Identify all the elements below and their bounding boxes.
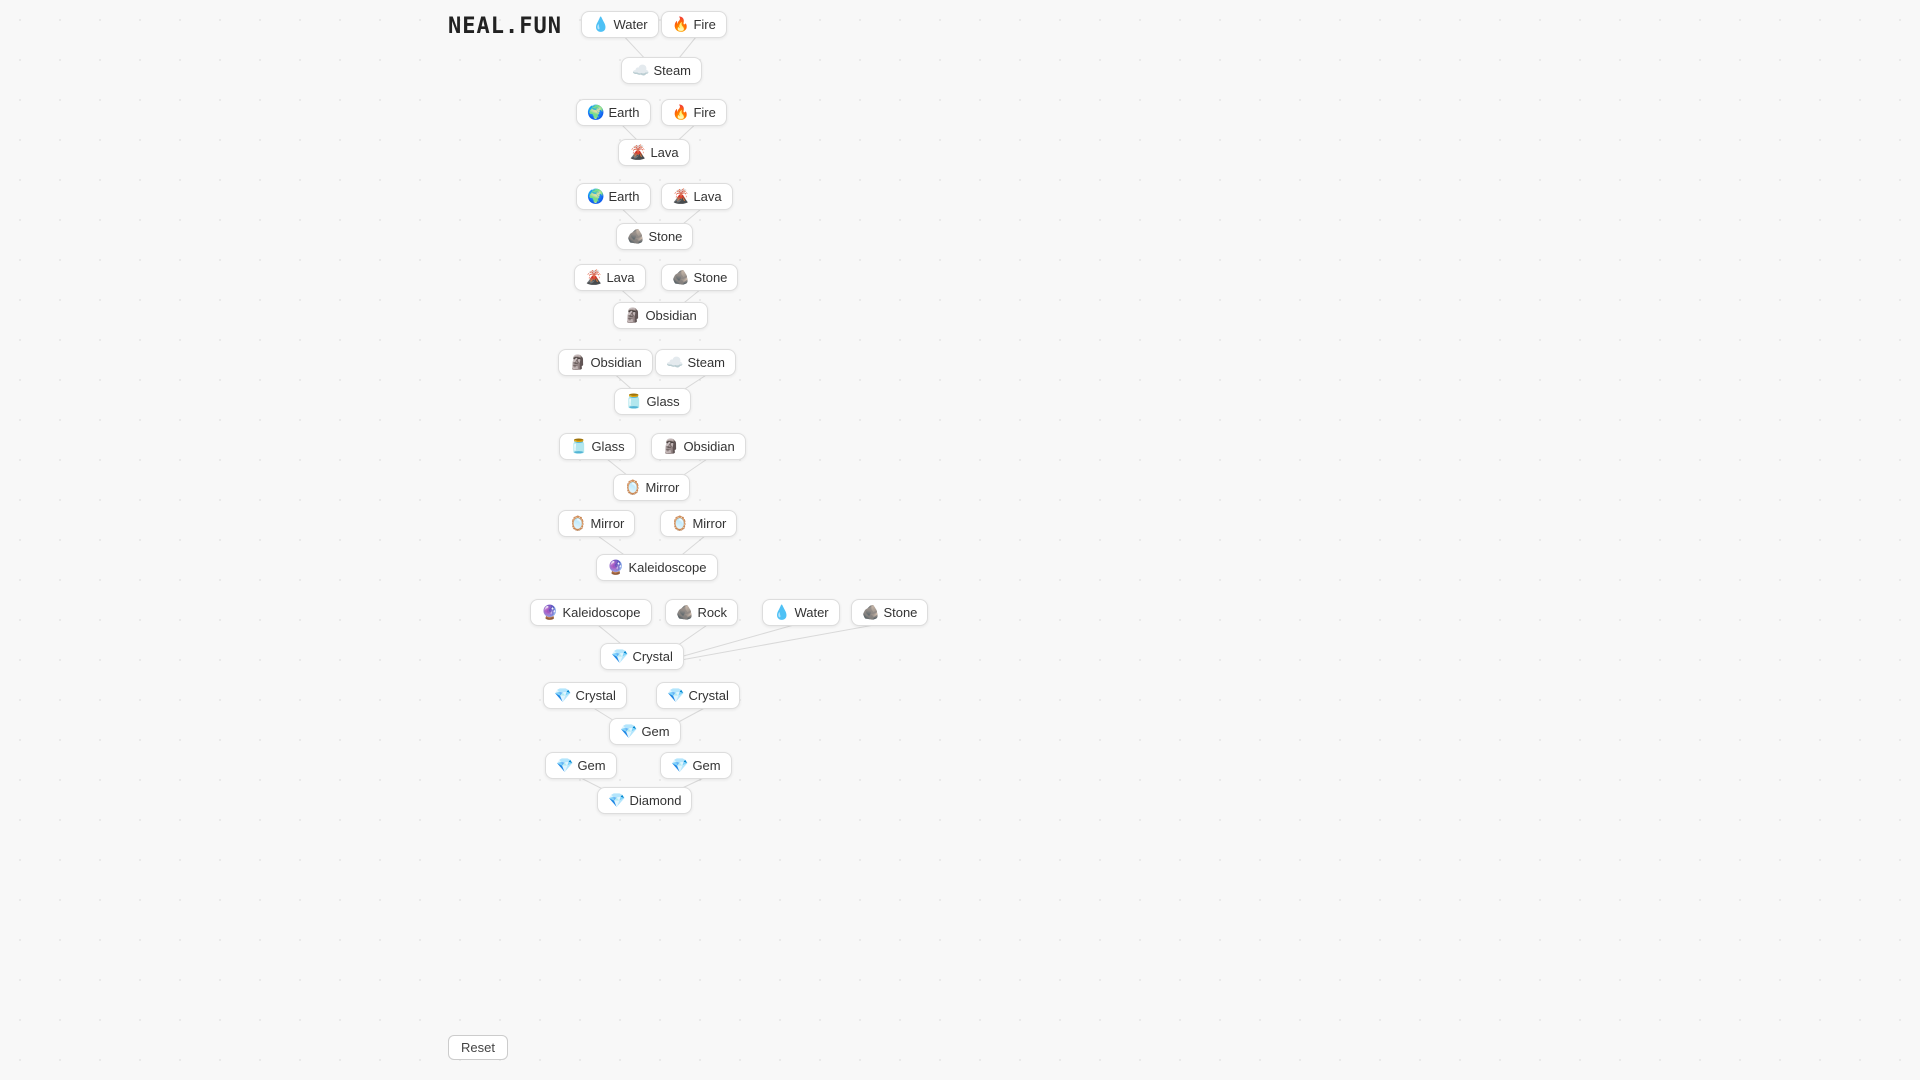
element-label: Lava (650, 145, 678, 160)
stone-icon: 🪨 (627, 228, 644, 245)
element-chip-obsidian1[interactable]: 🗿 Obsidian (613, 302, 708, 329)
element-label: Steam (653, 63, 691, 78)
element-label: Fire (693, 105, 715, 120)
element-label: Fire (693, 17, 715, 32)
gem-icon: 💎 (620, 723, 637, 740)
element-label: Mirror (590, 516, 624, 531)
diamond-icon: 💎 (608, 792, 625, 809)
element-chip-fire2[interactable]: 🔥 Fire (661, 99, 727, 126)
gem-icon: 💎 (556, 757, 573, 774)
earth-icon: 🌍 (587, 104, 604, 121)
element-label: Crystal (575, 688, 615, 703)
kaleidoscope-icon: 🔮 (541, 604, 558, 621)
element-chip-earth2[interactable]: 🌍 Earth (576, 183, 651, 210)
element-chip-mirror2[interactable]: 🪞 Mirror (558, 510, 635, 537)
element-label: Crystal (688, 688, 728, 703)
stone-icon: 🪨 (672, 269, 689, 286)
element-label: Stone (883, 605, 917, 620)
obsidian-icon: 🗿 (624, 307, 641, 324)
stone-icon: 🪨 (862, 604, 879, 621)
element-chip-gem1[interactable]: 💎 Gem (609, 718, 681, 745)
element-label: Gem (641, 724, 669, 739)
earth-icon: 🌍 (587, 188, 604, 205)
fire-icon: 🔥 (672, 104, 689, 121)
element-label: Rock (697, 605, 727, 620)
element-label: Kaleidoscope (562, 605, 640, 620)
element-label: Mirror (645, 480, 679, 495)
element-chip-stone1[interactable]: 🪨 Stone (616, 223, 693, 250)
element-label: Steam (687, 355, 725, 370)
element-label: Obsidian (683, 439, 734, 454)
kaleidoscope-icon: 🔮 (607, 559, 624, 576)
element-chip-glass1[interactable]: 🫙 Glass (614, 388, 691, 415)
element-chip-mirror3[interactable]: 🪞 Mirror (660, 510, 737, 537)
reset-button[interactable]: Reset (448, 1035, 508, 1060)
element-chip-mirror1[interactable]: 🪞 Mirror (613, 474, 690, 501)
element-chip-kaleidoscope1[interactable]: 🔮 Kaleidoscope (596, 554, 718, 581)
element-chip-gem3[interactable]: 💎 Gem (660, 752, 732, 779)
element-label: Glass (591, 439, 624, 454)
element-label: Obsidian (590, 355, 641, 370)
crystal-icon: 💎 (554, 687, 571, 704)
steam-icon: ☁️ (632, 62, 649, 79)
water-icon: 💧 (773, 604, 790, 621)
element-chip-kaleidoscope2[interactable]: 🔮 Kaleidoscope (530, 599, 652, 626)
mirror-icon: 🪞 (624, 479, 641, 496)
element-label: Crystal (632, 649, 672, 664)
mirror-icon: 🪞 (569, 515, 586, 532)
element-chip-gem2[interactable]: 💎 Gem (545, 752, 617, 779)
element-label: Gem (692, 758, 720, 773)
gem-icon: 💎 (671, 757, 688, 774)
crystal-icon: 💎 (611, 648, 628, 665)
rock-icon: 🪨 (676, 604, 693, 621)
element-chip-crystal2[interactable]: 💎 Crystal (543, 682, 627, 709)
lava-icon: 🌋 (629, 144, 646, 161)
element-chip-steam2[interactable]: ☁️ Steam (655, 349, 736, 376)
element-chip-steam1[interactable]: ☁️ Steam (621, 57, 702, 84)
element-chip-stone3[interactable]: 🪨 Stone (851, 599, 928, 626)
lava-icon: 🌋 (585, 269, 602, 286)
glass-icon: 🫙 (570, 438, 587, 455)
water-icon: 💧 (592, 16, 609, 33)
obsidian-icon: 🗿 (569, 354, 586, 371)
lava-icon: 🌋 (672, 188, 689, 205)
element-chip-glass2[interactable]: 🫙 Glass (559, 433, 636, 460)
element-label: Stone (648, 229, 682, 244)
element-chip-lava1[interactable]: 🌋 Lava (618, 139, 690, 166)
element-label: Lava (606, 270, 634, 285)
element-label: Lava (693, 189, 721, 204)
element-label: Obsidian (645, 308, 696, 323)
element-chip-water2[interactable]: 💧 Water (762, 599, 840, 626)
element-label: Kaleidoscope (628, 560, 706, 575)
obsidian-icon: 🗿 (662, 438, 679, 455)
logo: NEAL.FUN (448, 14, 562, 39)
element-chip-earth1[interactable]: 🌍 Earth (576, 99, 651, 126)
element-chip-obsidian2[interactable]: 🗿 Obsidian (558, 349, 653, 376)
element-chip-crystal3[interactable]: 💎 Crystal (656, 682, 740, 709)
element-chip-crystal1[interactable]: 💎 Crystal (600, 643, 684, 670)
element-label: Glass (646, 394, 679, 409)
connection-lines (0, 0, 1920, 1080)
element-label: Diamond (629, 793, 681, 808)
element-chip-fire1[interactable]: 🔥 Fire (661, 11, 727, 38)
glass-icon: 🫙 (625, 393, 642, 410)
element-label: Earth (608, 105, 639, 120)
element-chip-stone2[interactable]: 🪨 Stone (661, 264, 738, 291)
steam-icon: ☁️ (666, 354, 683, 371)
mirror-icon: 🪞 (671, 515, 688, 532)
element-chip-rock1[interactable]: 🪨 Rock (665, 599, 738, 626)
element-chip-diamond1[interactable]: 💎 Diamond (597, 787, 692, 814)
element-chip-water1[interactable]: 💧 Water (581, 11, 659, 38)
element-label: Water (613, 17, 647, 32)
element-label: Stone (693, 270, 727, 285)
crystal-icon: 💎 (667, 687, 684, 704)
element-label: Mirror (692, 516, 726, 531)
element-label: Gem (577, 758, 605, 773)
element-chip-lava2[interactable]: 🌋 Lava (661, 183, 733, 210)
element-label: Earth (608, 189, 639, 204)
fire-icon: 🔥 (672, 16, 689, 33)
element-chip-obsidian3[interactable]: 🗿 Obsidian (651, 433, 746, 460)
element-chip-lava3[interactable]: 🌋 Lava (574, 264, 646, 291)
element-label: Water (794, 605, 828, 620)
